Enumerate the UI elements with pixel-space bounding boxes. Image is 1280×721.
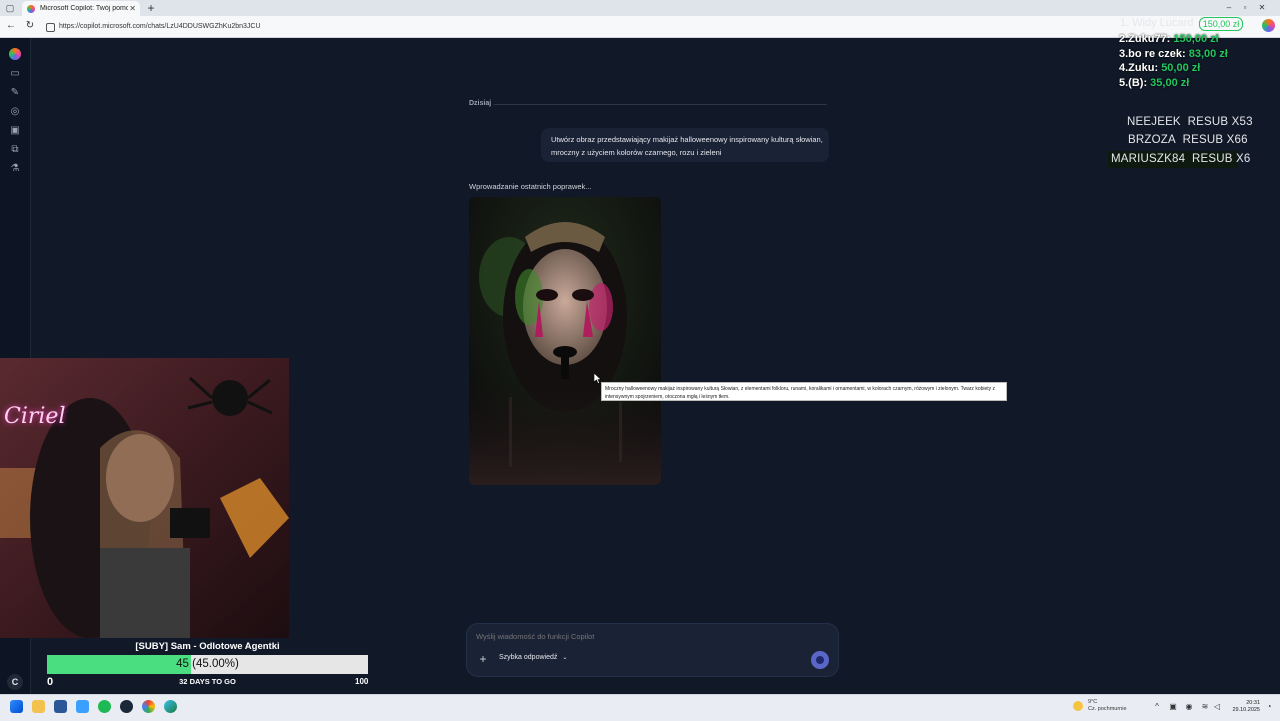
browser-tab-bar	[0, 0, 1280, 16]
edge-icon[interactable]	[164, 700, 177, 713]
date-divider-label: Dzisiaj	[469, 100, 492, 107]
resub-name: NEEJEEK	[1127, 116, 1181, 128]
labs-icon[interactable]: ⚗	[8, 162, 22, 176]
weather-icon[interactable]	[1073, 701, 1083, 711]
donor-name: 3.bo re czek:	[1119, 48, 1186, 60]
donor-name: 4.Zuku:	[1119, 62, 1159, 74]
donation-amount: 50,00 zł	[1161, 62, 1201, 74]
subgoal-max: 100	[355, 677, 369, 686]
copilot-favicon-icon	[27, 4, 35, 13]
donation-row: 4.Zuku: 50,00 zł	[1119, 62, 1200, 74]
donation-amount: 83,00 zł	[1188, 48, 1228, 60]
close-tab-icon[interactable]: ✕	[129, 4, 136, 13]
resub-row: MARIUSZK84 RESUB X6	[1111, 153, 1251, 165]
app-icon[interactable]	[76, 700, 89, 713]
minimize-icon[interactable]: –	[1222, 2, 1236, 14]
add-attachment-button[interactable]: +	[477, 653, 489, 665]
copilot-sidebar-icon[interactable]	[1262, 19, 1275, 32]
resub-name: MARIUSZK84	[1111, 153, 1186, 165]
tray-app-icon[interactable]: ▣	[1168, 702, 1178, 712]
resub-count: RESUB X53	[1187, 116, 1253, 128]
resub-count: RESUB X6	[1192, 153, 1251, 165]
streamer-webcam-image	[0, 358, 289, 638]
new-tab-button[interactable]: +	[145, 1, 157, 15]
subgoal-title: [SUBY] Sam - Odlotowe Agentki	[135, 641, 280, 652]
store-icon[interactable]	[54, 700, 67, 713]
new-chat-icon[interactable]: ✎	[8, 86, 22, 100]
wifi-icon[interactable]: ≋	[1200, 702, 1210, 712]
maximize-icon[interactable]: ▫	[1238, 2, 1252, 14]
weather-desc: Cz. pochmurnie	[1088, 706, 1127, 712]
weather-temp: 9°C	[1088, 699, 1098, 705]
url-text: https://copilot.microsoft.com/chats/LzU4…	[59, 23, 261, 30]
resub-count: RESUB X66	[1182, 134, 1248, 146]
response-mode-dropdown[interactable]: Szybka odpowiedź ⌄	[499, 654, 567, 661]
donation-top-entry: 1. Widy Lucard	[1120, 17, 1194, 29]
response-mode-label: Szybka odpowiedź	[499, 654, 558, 661]
tray-chevron-icon[interactable]: ^	[1152, 702, 1162, 712]
pages-icon[interactable]: ⧉	[8, 143, 22, 157]
donation-row: 2.Zuku77: 150,00 zł	[1119, 33, 1219, 45]
webcam-feed: Ciriel	[0, 358, 289, 638]
resub-name: BRZOZA	[1128, 134, 1176, 146]
file-explorer-icon[interactable]	[32, 700, 45, 713]
discover-icon[interactable]: ◎	[8, 105, 22, 119]
taskbar-clock[interactable]: 20:31 29.10.2025	[1220, 700, 1260, 714]
browser-tab-copilot[interactable]: Microsoft Copilot: Twój pomocnik ✕	[22, 1, 140, 16]
user-message-text: Utwórz obraz przedstawiający makijaż hal…	[551, 135, 823, 157]
slavic-makeup-illustration	[469, 197, 661, 485]
message-input[interactable]	[476, 630, 776, 642]
spotify-icon[interactable]	[98, 700, 111, 713]
donation-row: 3.bo re czek: 83,00 zł	[1119, 48, 1228, 60]
start-icon[interactable]	[10, 700, 23, 713]
donation-row: 5.(B): 35,00 zł	[1119, 77, 1189, 89]
date-divider-line	[494, 104, 827, 105]
donation-top-amount: 150,00 zł	[1199, 17, 1243, 31]
close-window-icon[interactable]: ✕	[1255, 2, 1269, 14]
donor-name: 5.(B):	[1119, 77, 1148, 89]
resub-row: NEEJEEK RESUB X53	[1127, 116, 1253, 128]
chevron-down-icon: ⌄	[562, 655, 568, 661]
back-icon[interactable]: ←	[4, 19, 18, 33]
donation-amount: 35,00 zł	[1150, 77, 1190, 89]
tab-title: Microsoft Copilot: Twój pomocnik	[40, 5, 128, 12]
stream-channel-badge: C	[7, 674, 23, 690]
generated-image[interactable]	[469, 197, 661, 485]
chrome-icon[interactable]	[142, 700, 155, 713]
steam-icon[interactable]	[120, 700, 133, 713]
library-icon[interactable]: ▣	[8, 124, 22, 138]
copilot-logo-icon[interactable]	[9, 48, 21, 60]
generation-status: Wprowadzanie ostatnich poprawek...	[469, 182, 592, 191]
resub-row: BRZOZA RESUB X66	[1128, 134, 1248, 146]
donation-amount: 150,00 zł	[1173, 33, 1219, 45]
image-description-tooltip: Mroczny halloweenowy makijaż inspirowany…	[601, 382, 1007, 401]
clock-date: 29.10.2025	[1232, 707, 1260, 713]
clock-time: 20:31	[1246, 700, 1260, 706]
voice-button[interactable]	[811, 651, 829, 669]
site-info-icon[interactable]	[46, 22, 55, 32]
donor-name: 2.Zuku77:	[1119, 33, 1171, 45]
subgoal-current: 45	[176, 658, 189, 670]
notifications-icon[interactable]: ◔	[1264, 702, 1274, 712]
tray-app-icon[interactable]: ◉	[1184, 702, 1194, 712]
weather-widget[interactable]: 9°C Cz. pochmurnie	[1088, 699, 1148, 717]
subgoal-days-left: 32 DAYS TO GO	[179, 677, 236, 686]
subgoal-percent: (45.00%)	[192, 658, 239, 670]
tab-actions-icon[interactable]: ▢	[5, 3, 15, 13]
neon-sign: Ciriel	[4, 404, 66, 429]
subgoal-progress-text: 45 (45.00%)	[47, 655, 368, 674]
refresh-icon[interactable]: ↻	[23, 19, 37, 33]
url-field[interactable]: https://copilot.microsoft.com/chats/LzU4…	[46, 20, 806, 34]
sidebar-toggle-icon[interactable]: ▭	[8, 67, 22, 81]
